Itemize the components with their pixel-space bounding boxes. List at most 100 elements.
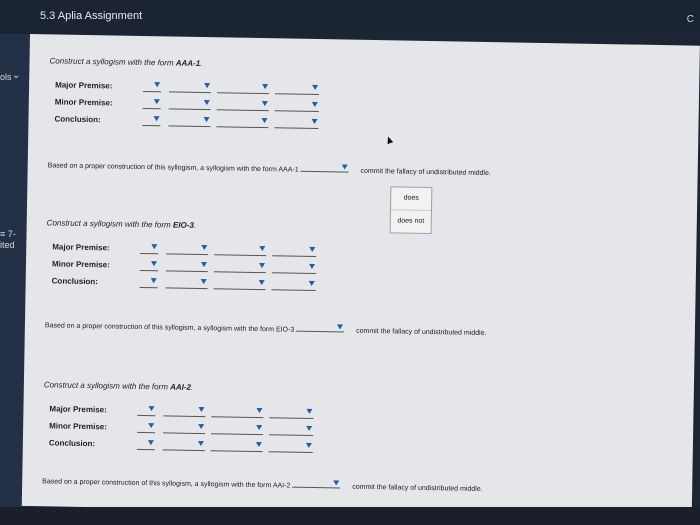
- syllogism-section-aaa1: Construct a syllogism with the form AAA-…: [49, 56, 320, 130]
- copula-dropdown[interactable]: [210, 439, 263, 453]
- predicate-term-dropdown[interactable]: [269, 406, 314, 420]
- predicate-term-dropdown[interactable]: [271, 261, 317, 275]
- major-premise-label: Major Premise:: [55, 80, 113, 91]
- sidebar-item-tools[interactable]: ols: [0, 72, 12, 82]
- corner-glyph: C: [686, 14, 694, 25]
- dropdown-arrow-icon: [148, 406, 155, 412]
- dropdown-arrow-icon: [333, 480, 340, 486]
- mouse-cursor-icon: [385, 135, 394, 145]
- subject-term-dropdown[interactable]: [166, 242, 209, 256]
- dropdown-arrow-icon: [341, 164, 348, 170]
- dropdown-arrow-icon: [261, 101, 268, 107]
- dropdown-arrow-icon: [147, 440, 154, 446]
- conclusion-label: Conclusion:: [51, 276, 98, 287]
- dropdown-arrow-icon: [308, 280, 315, 287]
- subject-term-dropdown[interactable]: [165, 259, 209, 273]
- dropdown-arrow-icon: [306, 425, 313, 431]
- subject-term-dropdown[interactable]: [168, 97, 211, 111]
- subject-term-dropdown[interactable]: [168, 114, 211, 128]
- quantifier-dropdown[interactable]: [142, 96, 161, 110]
- dropdown-arrow-icon: [201, 245, 208, 251]
- dropdown-arrow-icon: [258, 280, 265, 286]
- dropdown-arrow-icon: [311, 118, 318, 125]
- predicate-term-dropdown[interactable]: [268, 440, 313, 453]
- quantifier-dropdown[interactable]: [137, 420, 156, 434]
- copula-dropdown[interactable]: [216, 81, 270, 95]
- subject-term-dropdown[interactable]: [165, 276, 208, 290]
- dropdown-arrow-icon: [262, 84, 269, 90]
- major-premise-label: Major Premise:: [49, 404, 107, 415]
- predicate-term-dropdown[interactable]: [274, 82, 320, 96]
- dropdown-arrow-icon: [256, 425, 263, 431]
- dropdown-options-menu: does does not: [389, 186, 433, 235]
- subject-term-dropdown[interactable]: [162, 438, 205, 452]
- quantifier-dropdown[interactable]: [139, 258, 159, 272]
- sidebar-item-status: ited: [0, 240, 15, 250]
- dropdown-arrow-icon: [150, 278, 157, 284]
- subject-term-dropdown[interactable]: [163, 404, 206, 418]
- chevron-down-icon[interactable]: ⌄: [12, 70, 20, 81]
- does-doesnot-dropdown[interactable]: [292, 478, 341, 489]
- copula-dropdown[interactable]: [213, 277, 266, 291]
- dropdown-arrow-icon: [256, 408, 263, 414]
- quantifier-dropdown[interactable]: [140, 241, 159, 255]
- assignment-content: Construct a syllogism with the form AAA-…: [21, 34, 700, 518]
- dropdown-arrow-icon: [337, 324, 344, 330]
- section-prompt: Construct a syllogism with the form AAI-…: [43, 380, 194, 392]
- quantifier-dropdown[interactable]: [136, 437, 155, 451]
- dropdown-arrow-icon: [203, 100, 210, 106]
- dropdown-arrow-icon: [203, 117, 210, 123]
- does-doesnot-dropdown[interactable]: [296, 322, 345, 333]
- dropdown-arrow-icon: [150, 261, 158, 267]
- dropdown-arrow-icon: [153, 116, 160, 122]
- predicate-term-dropdown[interactable]: [271, 278, 316, 292]
- dropdown-arrow-icon: [200, 262, 208, 268]
- predicate-term-dropdown[interactable]: [272, 244, 317, 258]
- section-prompt: Construct a syllogism with the form EIO-…: [46, 218, 197, 230]
- bottom-frame: [0, 507, 700, 525]
- conclusion-label: Conclusion:: [54, 114, 101, 125]
- dropdown-arrow-icon: [197, 440, 204, 447]
- quantifier-dropdown[interactable]: [142, 113, 161, 127]
- dropdown-arrow-icon: [198, 406, 205, 413]
- subject-term-dropdown[interactable]: [163, 421, 206, 435]
- predicate-term-dropdown[interactable]: [274, 116, 319, 130]
- dropdown-arrow-icon: [309, 246, 316, 253]
- tab-title[interactable]: 5.3 Aplia Assignment: [40, 10, 142, 22]
- conclusion-statement-aaa1: Based on a proper construction of this s…: [47, 162, 491, 178]
- dropdown-arrow-icon: [151, 244, 158, 250]
- dropdown-arrow-icon: [200, 279, 207, 285]
- syllogism-section-aai2: Construct a syllogism with the form AAI-…: [43, 380, 314, 453]
- dropdown-arrow-icon: [198, 423, 205, 430]
- browser-tab-bar: 5.3 Aplia Assignment C: [0, 0, 700, 34]
- quantifier-dropdown[interactable]: [143, 79, 162, 93]
- copula-dropdown[interactable]: [211, 422, 264, 436]
- quantifier-dropdown[interactable]: [137, 403, 156, 417]
- copula-dropdown[interactable]: [216, 115, 269, 129]
- dropdown-arrow-icon: [311, 101, 318, 108]
- copula-dropdown[interactable]: [214, 243, 267, 257]
- conclusion-statement-aai2: Based on a proper construction of this s…: [42, 478, 483, 493]
- option-does[interactable]: does: [390, 187, 432, 212]
- minor-premise-label: Minor Premise:: [54, 97, 113, 108]
- dropdown-arrow-icon: [204, 83, 211, 89]
- copula-dropdown[interactable]: [213, 260, 267, 274]
- dropdown-arrow-icon: [153, 99, 160, 105]
- predicate-term-dropdown[interactable]: [274, 99, 319, 113]
- conclusion-label: Conclusion:: [48, 438, 96, 449]
- syllogism-section-eio3: Construct a syllogism with the form EIO-…: [46, 218, 317, 292]
- option-does-not[interactable]: does not: [391, 210, 431, 233]
- conclusion-statement-eio3: Based on a proper construction of this s…: [44, 322, 487, 338]
- dropdown-arrow-icon: [305, 442, 312, 448]
- section-prompt: Construct a syllogism with the form AAA-…: [49, 56, 203, 69]
- copula-dropdown[interactable]: [211, 405, 264, 419]
- quantifier-dropdown[interactable]: [139, 275, 158, 289]
- dropdown-arrow-icon: [148, 423, 155, 429]
- copula-dropdown[interactable]: [216, 98, 269, 112]
- predicate-term-dropdown[interactable]: [269, 423, 314, 437]
- subject-term-dropdown[interactable]: [169, 80, 212, 94]
- does-doesnot-dropdown[interactable]: [300, 162, 349, 173]
- sidebar-item-chapter[interactable]: ≡ 7-: [0, 229, 16, 239]
- dropdown-arrow-icon: [259, 246, 266, 252]
- dropdown-arrow-icon: [308, 263, 316, 270]
